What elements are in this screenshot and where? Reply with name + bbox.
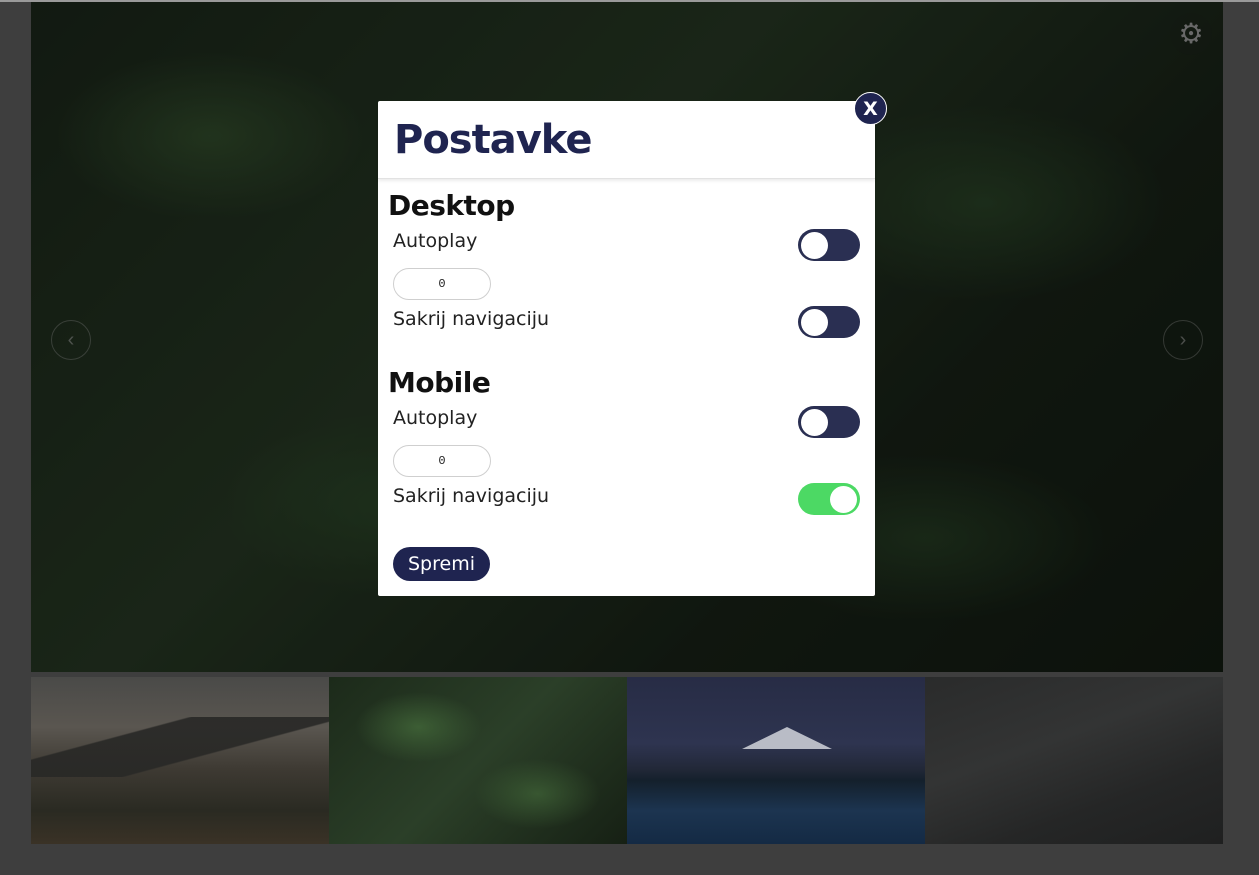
thumbnail-dark-texture[interactable] (925, 677, 1223, 844)
desktop-hide-nav-label: Sakrij navigaciju (393, 308, 550, 330)
thumbnail-strip (31, 677, 1223, 844)
desktop-autoplay-toggle[interactable] (798, 229, 860, 261)
toggle-knob (801, 309, 828, 336)
thumbnail-mountain-lake[interactable] (627, 677, 925, 844)
modal-title: Postavke (394, 116, 592, 163)
mobile-autoplay-toggle[interactable] (798, 406, 860, 438)
settings-modal: Postavke X Desktop Autoplay Sakrij navig… (378, 92, 887, 596)
mobile-autoplay-label: Autoplay (393, 407, 478, 429)
close-button[interactable]: X (854, 92, 887, 125)
section-mobile-heading: Mobile (388, 366, 491, 399)
desktop-hide-nav-toggle[interactable] (798, 306, 860, 338)
thumbnail-green-leaves[interactable] (329, 677, 627, 844)
modal-header: Postavke (378, 101, 875, 179)
toggle-knob (801, 409, 828, 436)
section-desktop-heading: Desktop (388, 189, 515, 222)
mobile-hide-nav-label: Sakrij navigaciju (393, 485, 550, 507)
thumbnail-mountain-valley[interactable] (31, 677, 329, 844)
save-button[interactable]: Spremi (393, 547, 490, 581)
mobile-autoplay-interval-input[interactable] (393, 445, 491, 477)
toggle-knob (801, 232, 828, 259)
toggle-knob (830, 486, 857, 513)
desktop-autoplay-label: Autoplay (393, 230, 478, 252)
desktop-autoplay-interval-input[interactable] (393, 268, 491, 300)
mobile-hide-nav-toggle[interactable] (798, 483, 860, 515)
